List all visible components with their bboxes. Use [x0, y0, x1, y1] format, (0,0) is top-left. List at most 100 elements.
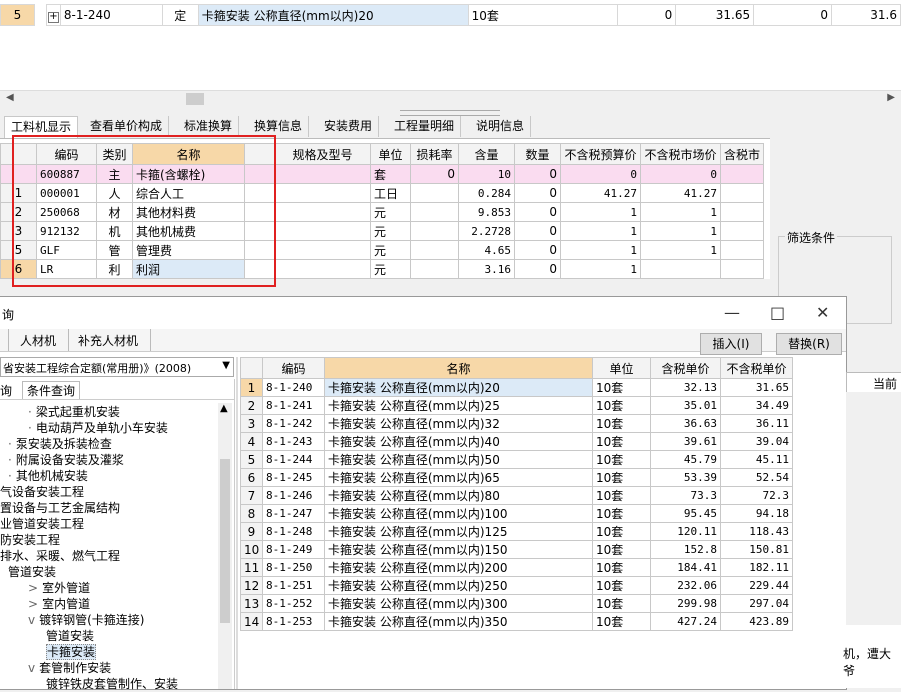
material-market-cell: 1	[640, 202, 721, 222]
result-row[interactable]: 13 8-1-252 卡箍安装 公称直径(mm以内)300 10套 299.98 297.…	[240, 594, 793, 613]
result-row[interactable]: 4 8-1-243 卡箍安装 公称直径(mm以内)40 10套 39.61 39.04	[240, 432, 793, 451]
tree-line-icon[interactable]: ·	[8, 453, 12, 467]
scroll-right-icon[interactable]: ▶	[887, 92, 895, 103]
result-unit-cell: 10套	[592, 522, 651, 541]
tree-line-icon[interactable]: ·	[8, 469, 12, 483]
result-n-cell: 14	[240, 612, 263, 631]
tab-conversion-info[interactable]: 换算信息	[248, 116, 310, 137]
minimize-icon[interactable]: —	[724, 303, 740, 322]
result-row[interactable]: 14 8-1-253 卡箍安装 公称直径(mm以内)350 10套 427.24 423.…	[240, 612, 793, 631]
result-code-cell: 8-1-251	[262, 576, 325, 595]
tab-condition-query[interactable]: 条件查询	[22, 381, 81, 399]
background-status-area: 机，遭大爷	[843, 625, 901, 688]
replace-button[interactable]: 替换(R)	[776, 333, 842, 355]
tree-node-label: 梁式起重机安装	[35, 405, 120, 419]
tree-node[interactable]: > 室外管道	[28, 579, 90, 596]
tree-line-icon[interactable]: ·	[8, 437, 12, 451]
result-row[interactable]: 8 8-1-247 卡箍安装 公称直径(mm以内)100 10套 95.45 94.18	[240, 504, 793, 523]
tab-query[interactable]: 询	[0, 382, 12, 399]
tab-supplement-material[interactable]: 补充人材机	[78, 332, 138, 349]
tab-install-fee[interactable]: 安装费用	[318, 116, 380, 137]
tree-node[interactable]: · 其他机械安装	[8, 467, 88, 484]
tree-node[interactable]: 置设备与工艺金属结构	[0, 499, 120, 516]
col-market-price[interactable]: 不含税市场价	[640, 143, 721, 165]
tab-description[interactable]: 说明信息	[470, 116, 532, 137]
result-code-cell: 8-1-250	[262, 558, 325, 577]
result-name-cell: 卡箍安装 公称直径(mm以内)80	[324, 486, 593, 505]
col-budget-price[interactable]: 不含税预算价	[560, 143, 641, 165]
col-amount[interactable]: 数量	[514, 143, 561, 165]
tree-node[interactable]: v 套管制作安装	[28, 659, 111, 676]
col-spec[interactable]: 规格及型号	[274, 143, 371, 165]
col-result-name[interactable]: 名称	[324, 357, 593, 379]
result-row[interactable]: 12 8-1-251 卡箍安装 公称直径(mm以内)250 10套 232.06 229.…	[240, 576, 793, 595]
tab-quantity-detail[interactable]: 工程量明细	[388, 116, 462, 137]
chevron-down-icon[interactable]: ▼	[222, 360, 230, 371]
result-row[interactable]: 10 8-1-249 卡箍安装 公称直径(mm以内)150 10套 152.8 150.8…	[240, 540, 793, 559]
tree-node[interactable]: 镀锌铁皮套管制作、安装	[46, 675, 178, 692]
horizontal-scrollbar[interactable]: ◀ ▶	[0, 90, 901, 107]
col-tax-price[interactable]: 含税市	[719, 143, 765, 165]
scroll-thumb[interactable]	[186, 93, 204, 105]
tree-line-icon[interactable]: ·	[28, 405, 32, 419]
tree-node[interactable]: 管道安装	[46, 627, 94, 644]
tree-collapse-icon[interactable]: v	[28, 661, 35, 675]
quota-library-select[interactable]: 省安装工程综合定额(常用册)》(2008) ▼	[0, 357, 234, 377]
col-loss-rate[interactable]: 损耗率	[410, 143, 459, 165]
result-row[interactable]: 3 8-1-242 卡箍安装 公称直径(mm以内)32 10套 36.63 36.11	[240, 414, 793, 433]
expand-icon[interactable]: +	[45, 4, 61, 26]
material-amount-cell: 0	[514, 259, 561, 279]
col-result-notax-price[interactable]: 不含税单价	[720, 357, 793, 379]
tree-node[interactable]: · 泵安装及拆装检查	[8, 435, 112, 452]
result-row[interactable]: 5 8-1-244 卡箍安装 公称直径(mm以内)50 10套 45.79 45.11	[240, 450, 793, 469]
col-result-tax-price[interactable]: 含税单价	[650, 357, 721, 379]
tree-node[interactable]: 管道安装	[8, 563, 56, 580]
result-row[interactable]: 9 8-1-248 卡箍安装 公称直径(mm以内)125 10套 120.11 118.4…	[240, 522, 793, 541]
quota-name[interactable]: 卡箍安装 公称直径(mm以内)20	[197, 4, 469, 26]
tree-node[interactable]: · 梁式起重机安装	[28, 403, 120, 420]
tree-collapse-icon[interactable]: v	[28, 613, 35, 627]
tree-scroll-thumb[interactable]	[220, 459, 230, 623]
result-row[interactable]: 1 8-1-240 卡箍安装 公称直径(mm以内)20 10套 32.13 31.65	[240, 378, 793, 397]
material-qty-cell: 2.2728	[458, 221, 515, 241]
close-icon[interactable]: ✕	[816, 303, 829, 322]
insert-button[interactable]: 插入(I)	[700, 333, 762, 355]
tree-node[interactable]: v 镀锌钢管(卡箍连接)	[28, 611, 144, 628]
result-row[interactable]: 6 8-1-245 卡箍安装 公称直径(mm以内)65 10套 53.39 52.54	[240, 468, 793, 487]
tree-expand-icon[interactable]: >	[28, 581, 38, 595]
scroll-left-icon[interactable]: ◀	[6, 92, 14, 103]
col-unit[interactable]: 单位	[370, 143, 411, 165]
tree-expand-icon[interactable]: >	[28, 597, 38, 611]
result-code-cell: 8-1-242	[262, 414, 325, 433]
tree-node[interactable]: 卡箍安装	[46, 643, 97, 660]
tree-node[interactable]: 排水、采暖、燃气工程	[0, 547, 120, 564]
material-unit-cell: 元	[370, 259, 411, 279]
tab-unit-price[interactable]: 查看单价构成	[84, 116, 170, 137]
tree-node[interactable]: · 附属设备安装及灌浆	[8, 451, 124, 468]
tree-node[interactable]: > 室内管道	[28, 595, 90, 612]
tree-node[interactable]: · 电动葫芦及单轨小车安装	[28, 419, 168, 436]
result-row[interactable]: 2 8-1-241 卡箍安装 公称直径(mm以内)25 10套 35.01 34.49	[240, 396, 793, 415]
col-result-unit[interactable]: 单位	[592, 357, 651, 379]
tree-line-icon[interactable]: ·	[28, 421, 32, 435]
tree-node[interactable]: 业管道安装工程	[0, 515, 84, 532]
tree-node[interactable]: 气设备安装工程	[0, 483, 84, 500]
tree-node[interactable]: 防安装工程	[0, 531, 60, 548]
material-qty-cell: 10	[458, 164, 515, 184]
tab-standard-conversion[interactable]: 标准换算	[178, 116, 240, 137]
result-name-cell: 卡箍安装 公称直径(mm以内)65	[324, 468, 593, 487]
scroll-up-icon[interactable]: ▲	[220, 403, 228, 414]
tree-scrollbar[interactable]: ▲	[218, 403, 232, 689]
material-loss-cell	[410, 259, 459, 279]
material-budget-cell: 41.27	[560, 183, 641, 203]
material-unit-cell: 元	[370, 221, 411, 241]
maximize-icon[interactable]: □	[770, 303, 785, 322]
result-row[interactable]: 7 8-1-246 卡箍安装 公称直径(mm以内)80 10套 73.3 72.3	[240, 486, 793, 505]
tab-material-machine[interactable]: 人材机	[20, 332, 56, 349]
result-unit-cell: 10套	[592, 504, 651, 523]
col-result-code[interactable]: 编码	[262, 357, 325, 379]
result-notax-cell: 72.3	[720, 486, 793, 505]
quota-row[interactable]: 5 + 8-1-240 定 卡箍安装 公称直径(mm以内)20 10套 0 31…	[0, 4, 901, 26]
col-content[interactable]: 含量	[458, 143, 515, 165]
result-row[interactable]: 11 8-1-250 卡箍安装 公称直径(mm以内)200 10套 184.41 182.…	[240, 558, 793, 577]
